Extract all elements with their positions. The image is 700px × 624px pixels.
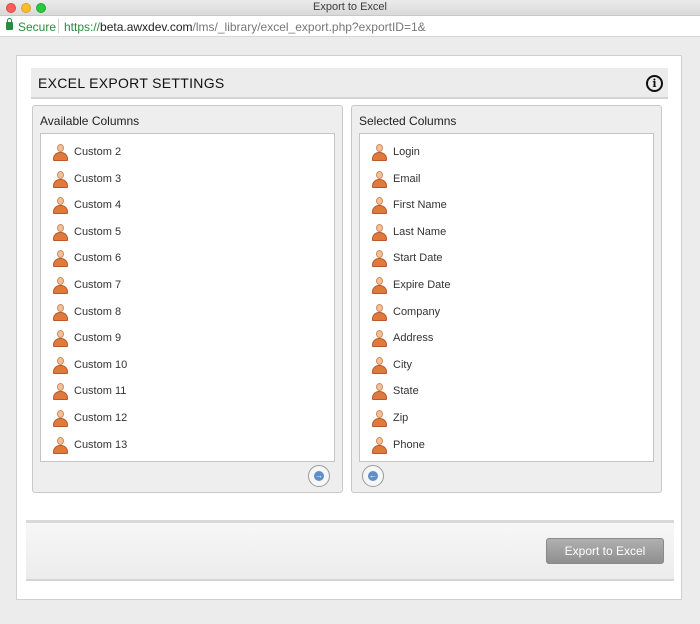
list-item[interactable]: Custom 2 [53,144,323,164]
person-icon [53,277,68,294]
url-separator [58,19,59,33]
list-item[interactable]: Custom 5 [53,223,323,244]
list-item[interactable]: City [372,356,642,377]
available-columns-list[interactable]: Custom 2 Custom 3 Custom 4 Custom 5 Custom 6… [40,133,335,462]
list-item[interactable]: Custom 10 [53,356,323,377]
list-item[interactable]: Phone [372,436,642,457]
person-icon [53,410,68,427]
move-to-selected-button[interactable]: → [308,465,330,487]
list-item-label: First Name [393,199,447,212]
list-item[interactable]: Email [372,170,642,191]
person-icon [53,330,68,348]
selected-columns-title: Selected Columns [359,114,457,128]
person-icon [372,144,387,161]
list-item-label: Last Name [393,225,447,238]
person-icon [372,410,387,427]
list-item[interactable]: Company [372,303,642,324]
list-item-label: Custom 7 [74,279,122,291]
list-item-label: Custom 11 [74,385,127,398]
window-titlebar: Export to Excel [0,0,700,16]
list-item-label: Custom 10 [74,358,128,371]
list-item-label: Custom 12 [74,412,128,424]
person-icon [53,250,68,268]
person-icon [53,170,68,188]
list-item[interactable]: Custom 4 [53,197,323,217]
person-icon [372,356,387,374]
person-icon [53,223,68,241]
list-item-label: Email [393,172,421,185]
person-icon [372,223,387,241]
list-item-label: Custom 4 [74,199,122,212]
list-item[interactable]: Custom 3 [53,170,323,191]
person-icon [53,303,68,321]
person-icon [372,277,387,294]
arrow-right-icon: → [314,471,324,481]
list-item[interactable]: Custom 13 [53,436,323,457]
list-item-label: Custom 6 [74,252,122,265]
export-to-excel-button[interactable]: Export to Excel [546,538,664,564]
panel-header: EXCEL EXPORT SETTINGS i [31,68,668,99]
secure-label: Secure [18,20,57,34]
move-to-available-button[interactable]: ← [362,465,384,487]
window-title: Export to Excel [313,1,387,13]
address-bar[interactable]: Secure https://beta.awxdev.com/lms/_libr… [0,16,700,37]
list-item-label: Custom 13 [74,438,128,451]
list-item-label: Custom 8 [74,305,122,318]
list-item-label: City [393,358,412,371]
list-item[interactable]: Custom 6 [53,250,323,270]
list-item[interactable]: Custom 11 [53,383,323,403]
person-icon [372,303,387,321]
info-icon[interactable]: i [646,75,663,92]
person-icon [372,436,387,454]
list-item-label: Company [393,305,441,318]
list-item-label: Custom 5 [74,225,122,238]
person-icon [53,383,68,401]
list-item-label: Expire Date [393,279,451,291]
list-item[interactable]: Custom 12 [53,410,323,430]
url-host: beta.awxdev.com [100,20,193,34]
list-item[interactable]: Zip [372,410,642,430]
person-icon [53,144,68,161]
list-item-label: State [393,385,419,398]
page-content: EXCEL EXPORT SETTINGS i Available Column… [16,55,682,600]
list-item-label: Phone [393,438,425,451]
footer-bar: Export to Excel [26,523,674,581]
list-item[interactable]: Expire Date [372,277,642,297]
person-icon [372,250,387,268]
list-item-label: Custom 9 [74,332,122,345]
list-item[interactable]: Last Name [372,223,642,244]
person-icon [53,197,68,215]
page-title: EXCEL EXPORT SETTINGS [38,75,225,91]
list-item[interactable]: First Name [372,197,642,217]
person-icon [372,330,387,348]
selected-columns-list[interactable]: Login Email First Name Last Name Start Date E… [359,133,654,462]
list-item[interactable]: Start Date [372,250,642,270]
url-scheme: https:// [64,20,101,34]
list-item-label: Login [393,146,420,158]
person-icon [53,356,68,374]
person-icon [53,436,68,454]
url-path: /lms/_library/excel_export.php?exportID=… [192,20,426,34]
list-item[interactable]: Login [372,144,642,164]
list-item-label: Custom 2 [74,146,122,158]
person-icon [372,383,387,401]
lock-icon [6,18,13,30]
available-columns-panel: Available Columns Custom 2 Custom 3 Custom… [32,105,343,493]
list-item-label: Zip [393,412,409,424]
list-item[interactable]: Custom 7 [53,277,323,297]
person-icon [372,170,387,188]
url-text[interactable]: https://beta.awxdev.com/lms/_library/exc… [64,20,426,34]
arrow-left-icon: ← [368,471,378,481]
list-item-label: Start Date [393,252,443,265]
list-item-label: Custom 3 [74,172,122,185]
list-item[interactable]: State [372,383,642,403]
available-columns-title: Available Columns [40,114,140,128]
person-icon [372,197,387,215]
list-item[interactable]: Custom 9 [53,330,323,350]
list-item[interactable]: Custom 8 [53,303,323,324]
list-item-label: Address [393,332,434,345]
list-item[interactable]: Address [372,330,642,350]
selected-columns-panel: Selected Columns Login Email First Name Las… [351,105,662,493]
